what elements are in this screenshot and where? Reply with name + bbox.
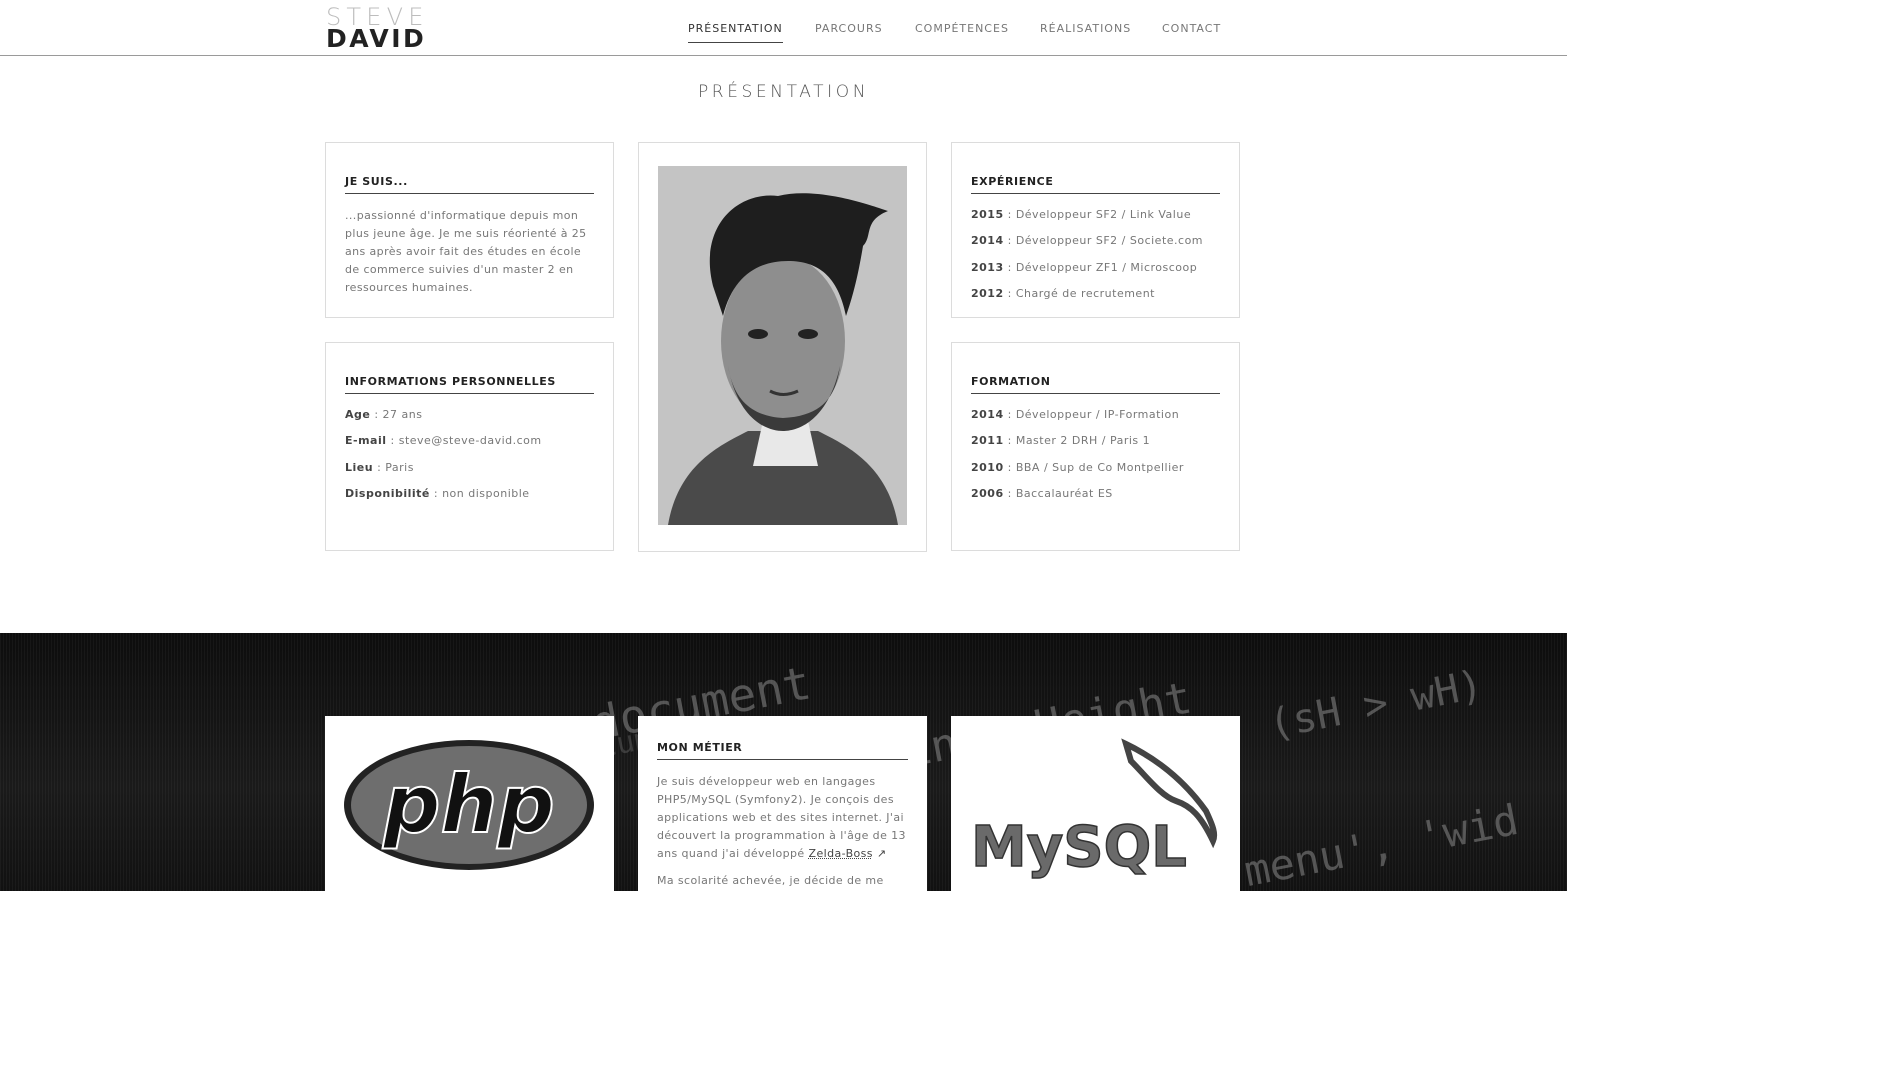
card-experience: EXPÉRIENCE 2015 : Développeur SF2 / Link… — [951, 142, 1240, 318]
top-navbar: STEVE DAVID PRÉSENTATION PARCOURS COMPÉT… — [0, 0, 1567, 56]
info-key: Disponibilité — [345, 487, 430, 501]
card-title: JE SUIS... — [345, 175, 594, 194]
formation-row: 2011 : Master 2 DRH / Paris 1 — [971, 433, 1229, 459]
card-je-suis: JE SUIS... ...passionné d'informatique d… — [325, 142, 614, 318]
mysql-logo-card: MySQL — [951, 716, 1240, 896]
code-text: (sH > wH) — [1265, 661, 1487, 749]
experience-row: 2014 : Développeur SF2 / Societe.com — [971, 233, 1229, 259]
card-title: FORMATION — [971, 375, 1220, 394]
year: 2014 — [971, 234, 1004, 248]
year: 2013 — [971, 260, 1004, 274]
mysql-logo-icon: MySQL — [970, 738, 1218, 881]
formation-row: 2006 : Baccalauréat ES — [971, 486, 1229, 512]
php-logo-text: php — [382, 758, 554, 851]
info-value: : 27 ans — [370, 408, 423, 421]
card-formation: FORMATION 2014 : Développeur / IP-Format… — [951, 342, 1240, 551]
year: 2012 — [971, 287, 1004, 301]
section-title: PRÉSENTATION — [697, 82, 870, 102]
nav-presentation[interactable]: PRÉSENTATION — [688, 22, 783, 43]
portrait-image — [658, 166, 907, 525]
card-title: INFORMATIONS PERSONNELLES — [345, 375, 594, 394]
info-row: Lieu : Paris — [345, 460, 603, 486]
year: 2015 — [971, 208, 1004, 221]
info-key: Lieu — [345, 460, 374, 474]
year: 2006 — [971, 487, 1004, 501]
info-value: : steve@steve-david.com — [386, 434, 542, 448]
formation-value: : Développeur / IP-Formation — [1003, 408, 1180, 421]
info-key: Age — [345, 408, 371, 421]
metier-paragraph-2: Ma scolarité achevée, je décide de me — [657, 874, 884, 887]
info-key: E-mail — [345, 434, 387, 448]
info-row: Age : 27 ans — [345, 407, 603, 433]
formation-row: 2010 : BBA / Sup de Co Montpellier — [971, 460, 1229, 486]
nav-realisations[interactable]: RÉALISATIONS — [1040, 22, 1131, 35]
zelda-boss-link[interactable]: Zelda-Boss — [809, 847, 873, 860]
card-informations: INFORMATIONS PERSONNELLES Age : 27 ans E… — [325, 342, 614, 551]
info-value: : non disponible — [429, 487, 530, 501]
logo-last-name: DAVID — [326, 24, 427, 53]
info-row: Disponibilité : non disponible — [345, 486, 603, 512]
formation-row: 2014 : Développeur / IP-Formation — [971, 407, 1229, 433]
mysql-logo-text: MySQL — [971, 815, 1187, 880]
experience-value: : Chargé de recrutement — [1003, 287, 1155, 301]
experience-row: 2015 : Développeur SF2 / Link Value — [971, 207, 1229, 233]
info-row: E-mail : steve@steve-david.com — [345, 433, 603, 459]
experience-row: 2012 : Chargé de recrutement — [971, 286, 1229, 312]
year: 2010 — [971, 460, 1004, 474]
formation-value: : BBA / Sup de Co Montpellier — [1003, 460, 1184, 474]
card-title: EXPÉRIENCE — [971, 175, 1220, 194]
nav-parcours[interactable]: PARCOURS — [815, 22, 883, 35]
je-suis-text: ...passionné d'informatique depuis mon p… — [345, 209, 587, 294]
code-text: menu', 'wid — [1240, 794, 1523, 891]
experience-value: : Développeur SF2 / Link Value — [1003, 208, 1192, 221]
card-metier: MON MÉTIER Je suis développeur web en la… — [638, 716, 927, 896]
info-value: : Paris — [373, 460, 414, 474]
site-logo[interactable]: STEVE DAVID — [326, 5, 429, 51]
year: 2014 — [971, 408, 1004, 421]
formation-value: : Baccalauréat ES — [1003, 487, 1113, 501]
external-link-icon[interactable]: ↗ — [877, 847, 887, 860]
php-logo-card: php — [325, 716, 614, 896]
php-logo-icon: php — [344, 740, 594, 870]
profile-photo — [658, 166, 907, 525]
experience-value: : Développeur ZF1 / Microscoop — [1003, 260, 1198, 274]
year: 2011 — [971, 434, 1004, 448]
nav-competences[interactable]: COMPÉTENCES — [915, 22, 1009, 35]
experience-row: 2013 : Développeur ZF1 / Microscoop — [971, 260, 1229, 286]
formation-value: : Master 2 DRH / Paris 1 — [1003, 434, 1151, 448]
card-title: MON MÉTIER — [657, 741, 908, 760]
experience-value: : Développeur SF2 / Societe.com — [1003, 234, 1204, 248]
nav-contact[interactable]: CONTACT — [1162, 22, 1221, 35]
metier-text: Je suis développeur web en langages PHP5… — [657, 773, 909, 863]
card-photo — [638, 142, 927, 552]
